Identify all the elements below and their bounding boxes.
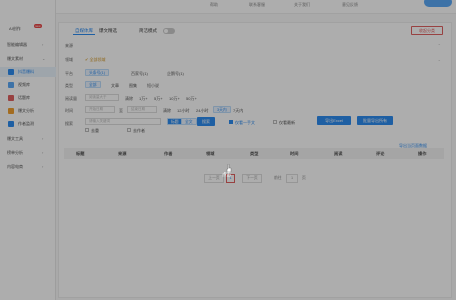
cursor-label: 点击 xyxy=(222,172,231,177)
cursor-hand-icon xyxy=(226,164,232,172)
dim-overlay xyxy=(0,0,456,300)
